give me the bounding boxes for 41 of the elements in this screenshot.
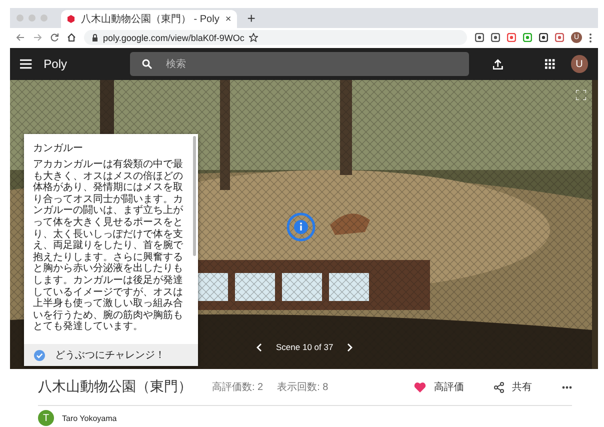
check-icon[interactable] bbox=[34, 350, 45, 360]
search-field[interactable]: 検索 bbox=[130, 52, 470, 76]
search-icon bbox=[142, 59, 152, 69]
scene-counter: Scene 10 of 37 bbox=[276, 342, 334, 352]
more-options-icon[interactable] bbox=[562, 386, 572, 388]
next-scene-icon[interactable] bbox=[347, 342, 354, 352]
lock-icon bbox=[92, 34, 98, 42]
url-text: poly.google.com/view/blaK0f-9WOc bbox=[103, 32, 244, 42]
new-tab-button[interactable]: + bbox=[243, 10, 260, 26]
info-text: アカカンガルーは有袋類の中で最も大きく、オスはメスの倍ほどの体格があり、発情期にはメスを取り合ってオス同士が闘います。カンガルーの闘いは、まず立ち上がって体を大きく見せるポースをとり、太く長いしっぽだけで体を支え、両足蹴りをしたり、首を腕で抱えたりします。さらに興奮すると胸から赤い分泌液を出したりもします。カンガルーは後足が発達しているイメージですが、オスは上半身も使って激しい取っ組み合いを行うため、腕の筋肉や胸筋もとても発達しています。 bbox=[33, 159, 184, 333]
menu-icon[interactable] bbox=[589, 32, 592, 42]
previous-scene-icon[interactable] bbox=[256, 342, 262, 352]
extension-icon[interactable] bbox=[475, 33, 484, 42]
view-count: 表示回数: 8 bbox=[277, 380, 328, 394]
tab-title: 八木山動物公園（東門） - Poly bbox=[81, 12, 220, 26]
app-logo[interactable]: Poly bbox=[44, 57, 98, 71]
reload-icon[interactable] bbox=[50, 33, 59, 42]
menu-icon[interactable] bbox=[20, 59, 32, 69]
bookmark-star-icon[interactable] bbox=[249, 33, 258, 42]
extension-icon[interactable] bbox=[539, 33, 548, 42]
model-title: 八木山動物公園（東門） bbox=[38, 378, 192, 396]
apps-grid-icon[interactable] bbox=[544, 59, 554, 69]
address-bar[interactable]: poly.google.com/view/blaK0f-9WOc bbox=[84, 30, 467, 45]
back-icon[interactable] bbox=[16, 33, 25, 42]
share-icon bbox=[494, 382, 504, 392]
like-count: 高評価数: 2 bbox=[212, 380, 264, 394]
author-name[interactable]: Taro Yokoyama bbox=[62, 414, 117, 422]
info-title: カンガルー bbox=[33, 142, 84, 155]
challenge-label: どうぶつにチャレンジ！ bbox=[55, 349, 165, 362]
like-button[interactable]: 高評価 bbox=[414, 380, 464, 394]
search-input[interactable]: 検索 bbox=[164, 58, 458, 70]
share-button[interactable]: 共有 bbox=[494, 380, 532, 394]
upload-icon[interactable] bbox=[493, 58, 503, 70]
fullscreen-icon[interactable] bbox=[576, 90, 586, 100]
browser-tab[interactable]: 八木山動物公園（東門） - Poly × bbox=[61, 10, 238, 28]
close-tab-button[interactable]: × bbox=[225, 14, 232, 24]
home-icon[interactable] bbox=[67, 33, 76, 42]
challenge-row[interactable]: どうぶつにチャレンジ！ bbox=[24, 344, 198, 366]
extension-icon[interactable] bbox=[491, 33, 500, 42]
user-avatar[interactable]: U bbox=[570, 55, 588, 73]
favicon-icon bbox=[67, 15, 75, 23]
